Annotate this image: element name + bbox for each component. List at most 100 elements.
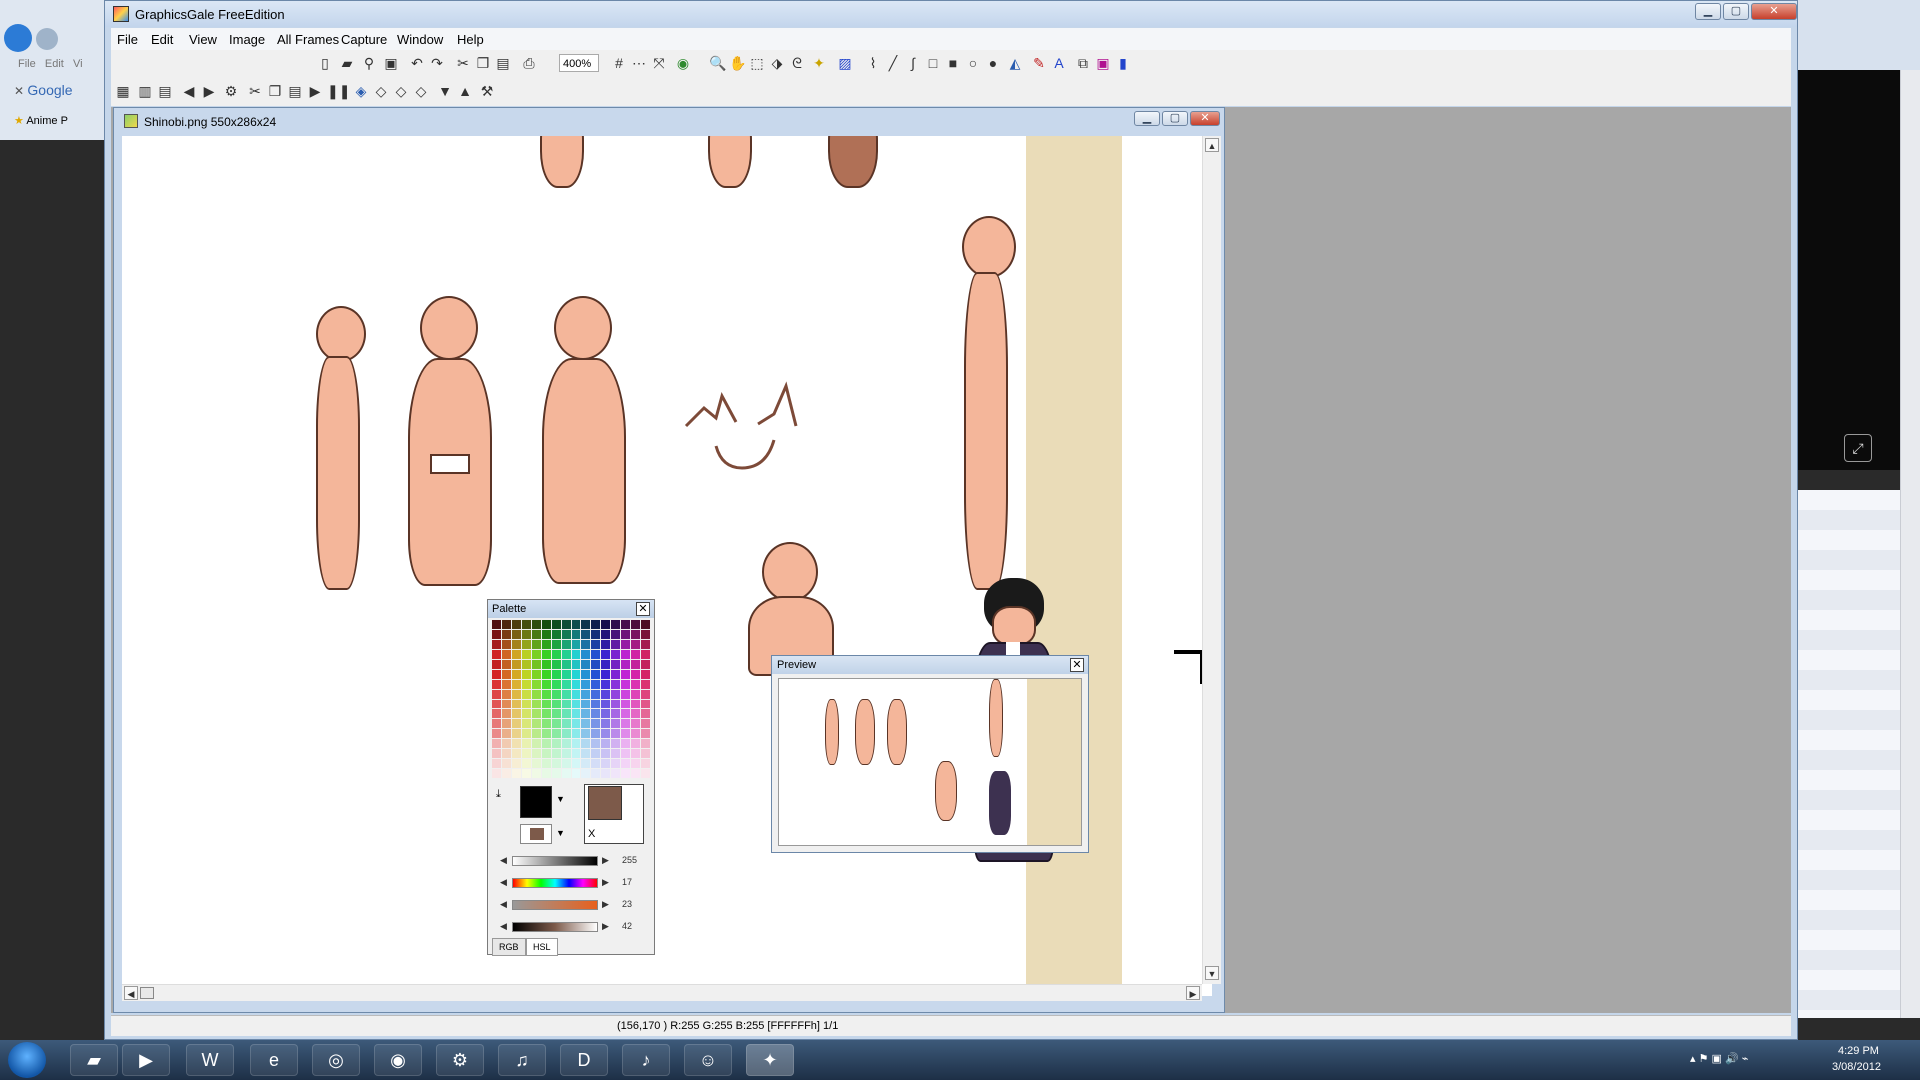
palette-swatch[interactable]	[641, 749, 650, 759]
palette-swatch[interactable]	[521, 689, 531, 699]
firefox-icon[interactable]: ◉	[374, 1044, 422, 1076]
palette-swatch[interactable]	[601, 629, 611, 639]
palette-swatch[interactable]	[561, 620, 571, 629]
palette-swatch[interactable]	[641, 739, 650, 749]
palette-swatch[interactable]	[531, 639, 541, 649]
palette-swatch[interactable]	[531, 719, 541, 729]
palette-title-bar[interactable]: Palette ✕	[488, 600, 654, 618]
background-scrollbar[interactable]	[1900, 70, 1920, 1018]
palette-swatch[interactable]	[492, 689, 501, 699]
magic-wand-icon[interactable]: ✦	[811, 55, 827, 71]
palette-swatch[interactable]	[511, 719, 521, 729]
palette-swatch[interactable]	[551, 649, 561, 659]
palette-swatch[interactable]	[551, 759, 561, 769]
horizontal-scrollbar[interactable]: ◀ ▶	[122, 984, 1202, 1001]
palette-swatch[interactable]	[641, 620, 650, 629]
palette-swatch[interactable]	[591, 629, 601, 639]
slider-luminance[interactable]: ◀ ▶ 42	[498, 920, 646, 934]
palette-swatch[interactable]	[641, 669, 650, 679]
slider-track[interactable]	[512, 900, 598, 910]
menu-view[interactable]: View	[189, 32, 217, 47]
chrome-icon[interactable]: ◎	[312, 1044, 360, 1076]
palette-swatch[interactable]	[581, 669, 591, 679]
palette-swatch[interactable]	[611, 620, 621, 629]
palette-swatch[interactable]	[611, 649, 621, 659]
palette-swatch[interactable]	[541, 749, 551, 759]
palette-swatch[interactable]	[631, 749, 641, 759]
doc-close-button[interactable]: ✕	[1190, 111, 1220, 126]
palette-swatch[interactable]	[581, 699, 591, 709]
palette-swatch[interactable]	[551, 679, 561, 689]
palette-swatch[interactable]	[611, 689, 621, 699]
lasso-icon[interactable]: ᘓ	[789, 55, 805, 71]
itunes-icon[interactable]: ♫	[498, 1044, 546, 1076]
palette-swatch[interactable]	[551, 739, 561, 749]
palette-swatch[interactable]	[581, 689, 591, 699]
palette-swatch[interactable]	[531, 739, 541, 749]
palette-swatch[interactable]	[591, 669, 601, 679]
frame-delete-icon[interactable]: ▤	[157, 83, 173, 99]
palette-swatch[interactable]	[561, 669, 571, 679]
palette-swatch[interactable]	[551, 709, 561, 719]
slider-track[interactable]	[512, 878, 598, 888]
palette-swatch[interactable]	[511, 759, 521, 769]
frame-icon[interactable]: ▣	[1095, 55, 1111, 71]
palette-swatch[interactable]	[631, 759, 641, 769]
copy-frame-icon[interactable]: ❐	[267, 83, 283, 99]
palette-swatch[interactable]	[621, 620, 631, 629]
preview-canvas[interactable]	[778, 678, 1082, 846]
palette-swatch[interactable]	[641, 759, 650, 769]
palette-swatch[interactable]	[611, 639, 621, 649]
palette-swatch[interactable]	[581, 639, 591, 649]
layer-icon[interactable]: ⧉	[1075, 55, 1091, 71]
palette-swatch[interactable]	[531, 629, 541, 639]
palette-swatch[interactable]	[501, 629, 511, 639]
palette-swatch[interactable]	[531, 659, 541, 669]
palette-swatch[interactable]	[501, 729, 511, 739]
palette-swatch[interactable]	[531, 759, 541, 769]
grid-icon[interactable]: #	[611, 55, 627, 71]
palette-swatch[interactable]	[621, 739, 631, 749]
palette-swatch[interactable]	[581, 649, 591, 659]
browser-menu-file[interactable]: File	[18, 58, 36, 70]
palette-swatch[interactable]	[492, 669, 501, 679]
palette-swatch[interactable]	[591, 759, 601, 769]
palette-swatch[interactable]	[571, 739, 581, 749]
palette-swatch[interactable]	[571, 719, 581, 729]
palette-swatch[interactable]	[521, 709, 531, 719]
palette-swatch[interactable]	[492, 659, 501, 669]
palette-swatch[interactable]	[611, 759, 621, 769]
palette-swatch[interactable]	[531, 620, 541, 629]
palette-swatch[interactable]	[601, 689, 611, 699]
layer-props-icon[interactable]: ⚒	[479, 83, 495, 99]
palette-swatch[interactable]	[641, 729, 650, 739]
palette-swatch[interactable]	[541, 679, 551, 689]
slider-right-arrow[interactable]: ▶	[602, 877, 609, 888]
save-icon[interactable]: ▣	[383, 55, 399, 71]
scroll-right-arrow[interactable]: ▶	[1186, 986, 1200, 1000]
slider-right-arrow[interactable]: ▶	[602, 899, 609, 910]
palette-swatch[interactable]	[541, 669, 551, 679]
palette-swatch[interactable]	[581, 739, 591, 749]
palette-swatch[interactable]	[561, 649, 571, 659]
palette-swatch[interactable]	[621, 719, 631, 729]
game-client-icon[interactable]: ⚙	[436, 1044, 484, 1076]
palette-swatch[interactable]	[601, 649, 611, 659]
palette-swatch[interactable]	[641, 679, 650, 689]
palette-swatch[interactable]	[531, 649, 541, 659]
palette-swatch[interactable]	[501, 759, 511, 769]
palette-swatch[interactable]	[611, 659, 621, 669]
palette-swatch[interactable]	[641, 639, 650, 649]
palette-swatch[interactable]	[531, 709, 541, 719]
palette-swatch[interactable]	[561, 749, 571, 759]
palette-swatch[interactable]	[571, 749, 581, 759]
palette-swatch[interactable]	[521, 749, 531, 759]
palette-swatch[interactable]	[541, 729, 551, 739]
marker-icon[interactable]: ▮	[1115, 55, 1131, 71]
palette-swatch[interactable]	[631, 620, 641, 629]
explorer-icon[interactable]: ▰	[70, 1044, 118, 1076]
palette-swatch[interactable]	[501, 679, 511, 689]
palette-swatch[interactable]	[591, 719, 601, 729]
palette-swatch[interactable]	[541, 620, 551, 629]
palette-swatch[interactable]	[511, 649, 521, 659]
